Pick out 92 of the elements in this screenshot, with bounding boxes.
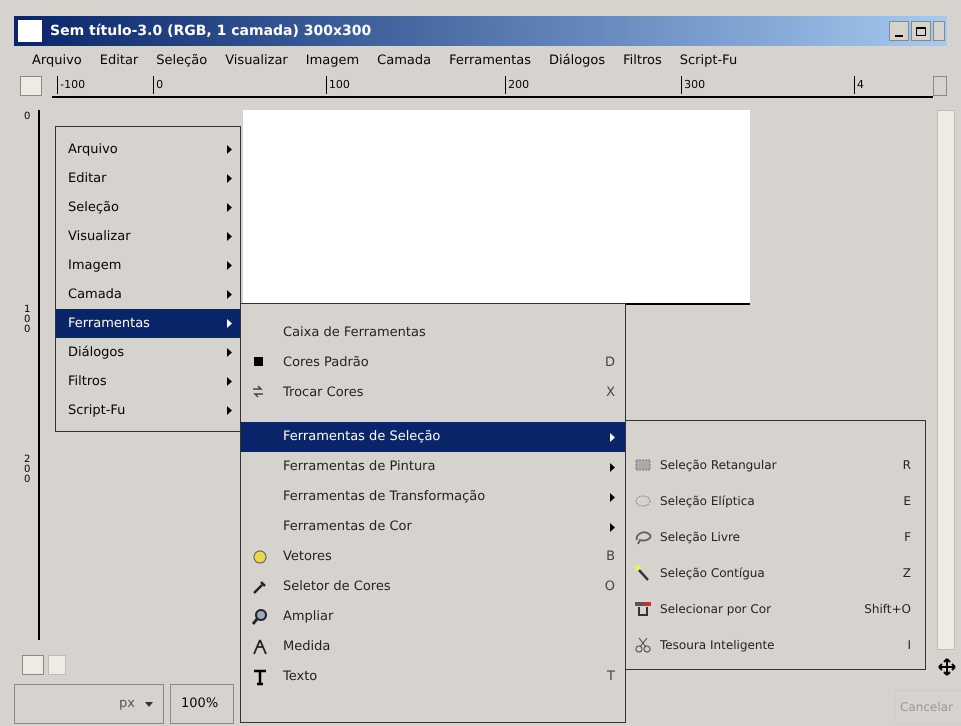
menu-item[interactable]: Editar (100, 51, 138, 71)
menu-item[interactable]: Ferramentas (449, 51, 531, 71)
menu-item[interactable]: Ferramentas de Pintura (241, 452, 625, 482)
menu-item[interactable]: Cores Padrão D (241, 348, 625, 378)
submenu-arrow-icon (227, 145, 232, 154)
menu-item[interactable]: Visualizar (56, 222, 240, 251)
menu-item[interactable]: Seleção Retangular R (626, 447, 925, 483)
submenu-arrow-icon (610, 492, 615, 502)
shortcut-label: F (904, 529, 911, 546)
menu-item[interactable]: Seleção Elíptica E (626, 483, 925, 519)
shortcut-label: Shift+O (864, 601, 911, 618)
submenu-arrow-icon (227, 290, 232, 299)
shortcut-label: O (604, 578, 615, 596)
unit-label: px (119, 695, 135, 714)
ruler-label: -100 (57, 76, 86, 94)
submenu-arrow-icon (610, 522, 615, 532)
menu-item[interactable]: Medida (241, 632, 625, 662)
menu-item[interactable]: Vetores B (241, 542, 625, 572)
ruler-label: 100 (24, 305, 32, 335)
menu-item[interactable]: Ferramentas de Seleção (241, 422, 625, 452)
menu-item[interactable]: Arquivo (56, 135, 240, 164)
menu-item[interactable]: Camada (56, 280, 240, 309)
submenu-arrow-icon (227, 203, 232, 212)
menu-item[interactable]: Seletor de Cores O (241, 572, 625, 602)
unit-dropdown[interactable]: px (14, 684, 164, 724)
menu-item[interactable]: Selecionar por Cor Shift+O (626, 591, 925, 627)
submenu-arrow-icon (227, 232, 232, 241)
menu-item[interactable]: Trocar Cores X (241, 378, 625, 408)
quick-mask-button[interactable] (20, 76, 42, 96)
menu-item[interactable]: Imagem (56, 251, 240, 280)
ruler-label: 100 (326, 76, 350, 94)
menu-item[interactable]: Texto T (241, 662, 625, 692)
submenu-arrow-icon (227, 261, 232, 270)
menu-item[interactable]: Ampliar (241, 602, 625, 632)
shortcut-label: Z (902, 565, 911, 582)
minimize-button[interactable] (889, 21, 909, 41)
menu-item[interactable]: Seleção Livre F (626, 519, 925, 555)
shortcut-label: I (907, 637, 911, 654)
menu-item[interactable]: Tesoura Inteligente I (626, 627, 925, 663)
menu-item[interactable]: Seleção Contígua Z (626, 555, 925, 591)
scroll-button[interactable] (48, 655, 66, 675)
menu-item[interactable]: Seleção (156, 51, 208, 71)
magnifier-icon (251, 608, 269, 626)
submenu-arrow-icon (227, 348, 232, 357)
menu-item[interactable]: Diálogos (56, 338, 240, 367)
menu-item[interactable]: Script-Fu (56, 396, 240, 425)
menu-item[interactable]: Ferramentas de Cor (241, 512, 625, 542)
navigate-button[interactable] (933, 76, 947, 96)
ruler-label: 0 (153, 76, 164, 94)
menu-item[interactable]: Arquivo (32, 51, 82, 71)
menu-item[interactable]: Filtros (623, 51, 662, 71)
submenu-arrow-icon (227, 174, 232, 183)
submenu-arrow-icon (227, 406, 232, 415)
ruler-label: 200 (24, 455, 32, 485)
shortcut-label: R (902, 457, 911, 474)
ruler-label: 300 (681, 76, 706, 94)
menu-item[interactable]: Editar (56, 164, 240, 193)
window-title: Sem título-3.0 (RGB, 1 camada) 300x300 (50, 22, 372, 40)
menu-item[interactable]: Filtros (56, 367, 240, 396)
shortcut-label: T (607, 668, 615, 686)
zoom-button[interactable] (22, 655, 44, 675)
move-icon[interactable] (938, 658, 956, 676)
menu-item[interactable]: Ferramentas de Transformação (241, 482, 625, 512)
wand-icon (634, 564, 652, 582)
ruler-label: 0 (24, 112, 32, 122)
ruler-label: 4 (854, 76, 864, 94)
scrollbar[interactable] (937, 110, 955, 650)
menu-item[interactable]: Caixa de Ferramentas (241, 318, 625, 348)
shortcut-label: X (606, 384, 615, 402)
submenu-arrow-icon (610, 432, 615, 442)
shortcut-label: E (903, 493, 911, 510)
menu-item[interactable]: Ferramentas (56, 309, 240, 338)
cup-icon (634, 600, 652, 618)
menu-item[interactable]: Diálogos (549, 51, 606, 71)
submenu-arrow-icon (227, 319, 232, 328)
ruler-label: 200 (505, 76, 530, 94)
zoom-field[interactable]: 100% (170, 684, 234, 724)
shortcut-label: D (604, 354, 615, 372)
submenu-arrow-icon (610, 462, 615, 472)
shortcut-label: B (606, 548, 615, 566)
text-icon (251, 668, 269, 686)
maximize-button[interactable] (911, 21, 931, 41)
menu-item[interactable]: Seleção (56, 193, 240, 222)
submenu-arrow-icon (227, 377, 232, 386)
app-icon (18, 20, 42, 42)
menu-item[interactable]: Imagem (306, 51, 360, 71)
menu-item[interactable]: Script-Fu (680, 51, 738, 71)
menu-item[interactable]: Visualizar (225, 51, 288, 71)
compass-icon (251, 638, 269, 656)
menu-item[interactable]: Camada (377, 51, 432, 71)
scissors-icon (634, 636, 652, 654)
dropdown-arrow-icon (145, 702, 153, 706)
